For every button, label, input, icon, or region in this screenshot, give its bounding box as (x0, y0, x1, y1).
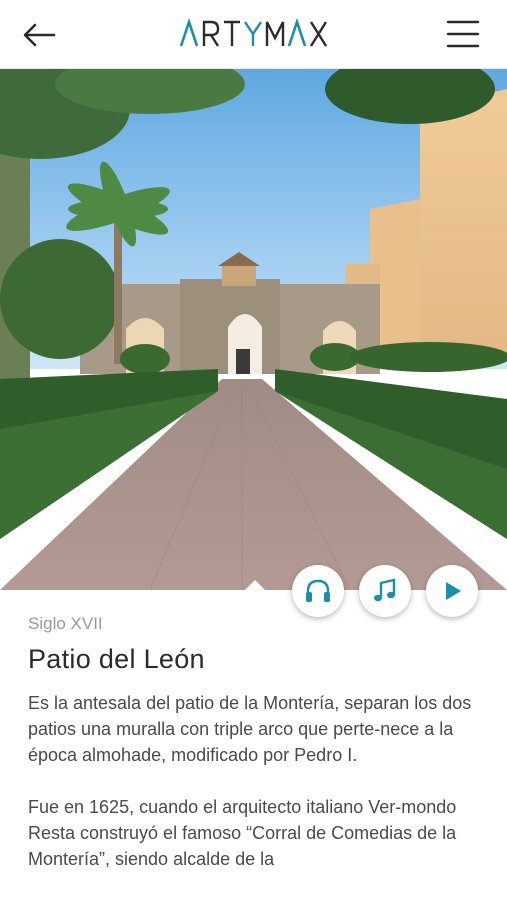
audio-guide-button[interactable] (292, 565, 344, 617)
hero-image (0, 69, 507, 590)
century-label: Siglo XVII (28, 614, 103, 633)
description-paragraph-1: Es la antesala del patio de la Montería,… (28, 693, 472, 765)
top-app-bar (0, 0, 507, 69)
music-note-icon (374, 578, 396, 602)
description-paragraph-2: Fue en 1625, cuando el arquitecto italia… (28, 797, 457, 869)
detail-section: Siglo XVII Patio del León Es la antesala… (28, 614, 484, 872)
artymax-logo (179, 17, 327, 47)
page-title: Patio del León (28, 644, 205, 674)
menu-button[interactable] (444, 16, 482, 52)
headphones-icon (306, 579, 330, 602)
hamburger-menu-icon (446, 20, 480, 48)
app-logo (0, 17, 507, 57)
patio-photo (0, 69, 507, 590)
image-pointer (244, 580, 266, 591)
play-icon (446, 582, 461, 600)
play-button[interactable] (426, 565, 478, 617)
music-button[interactable] (359, 565, 411, 617)
